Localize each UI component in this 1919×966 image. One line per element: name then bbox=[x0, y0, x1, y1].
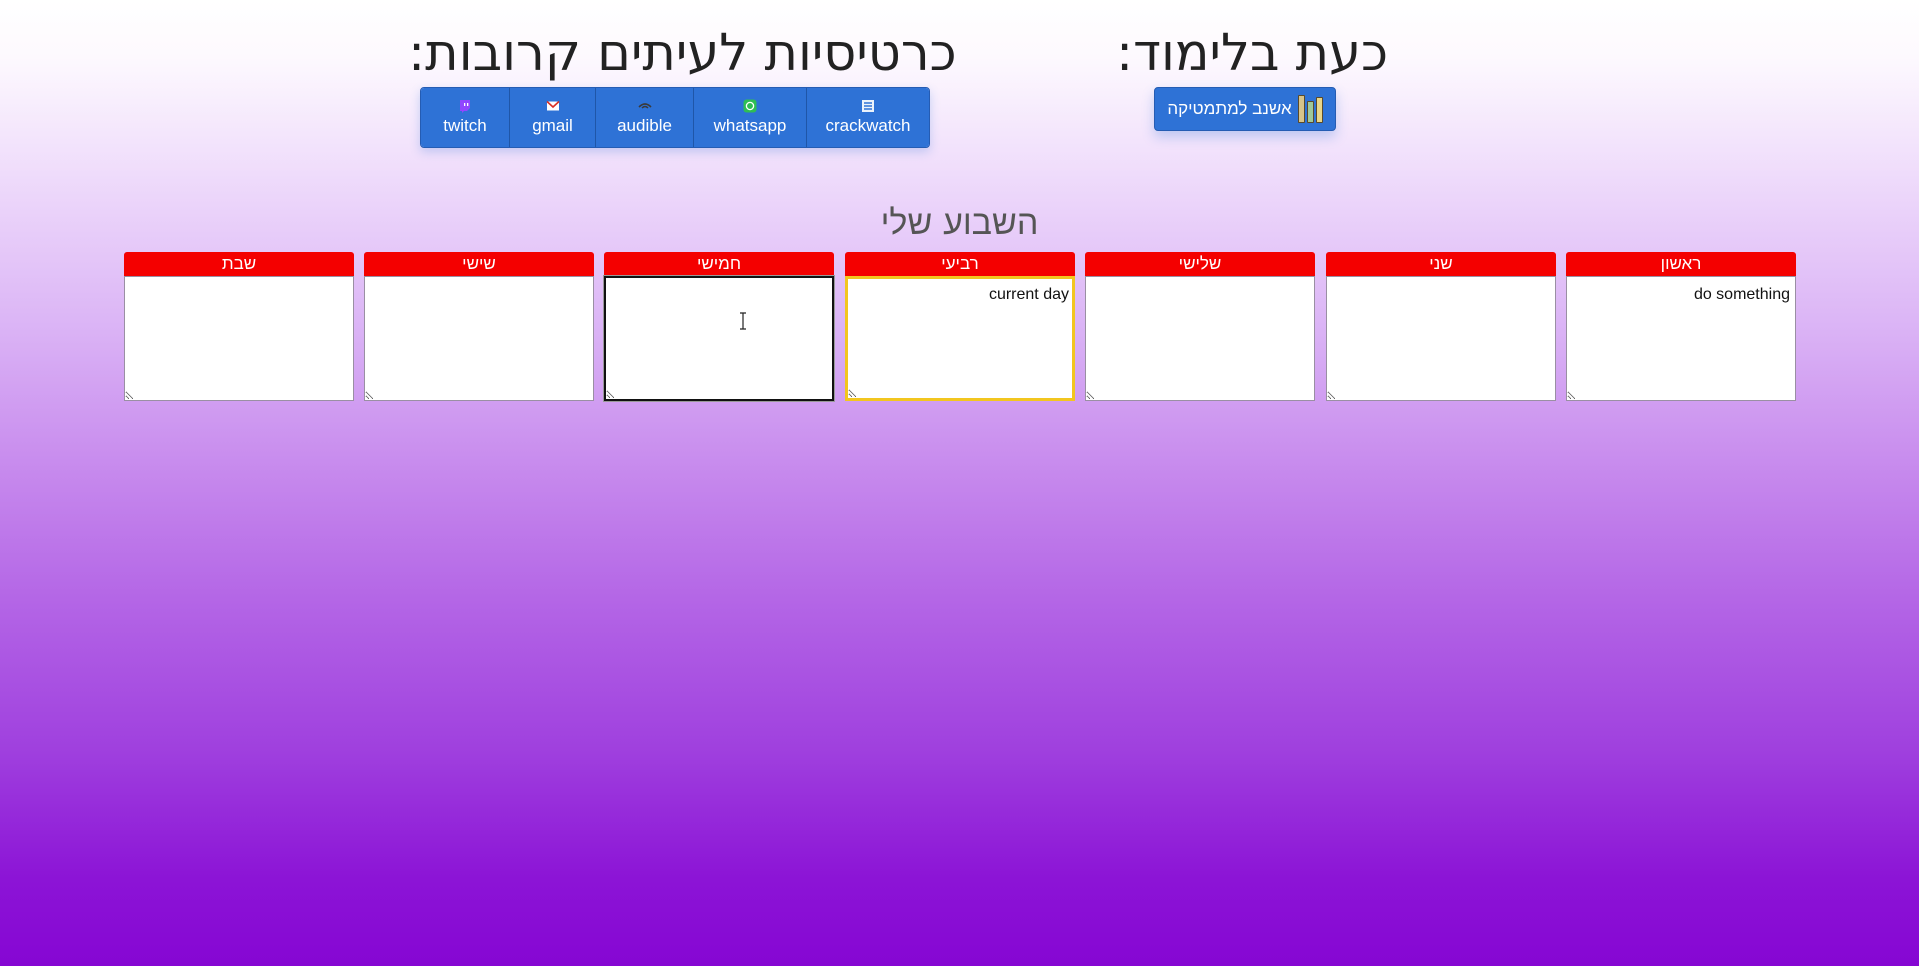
day-header: שני bbox=[1326, 252, 1556, 276]
crackwatch-icon bbox=[861, 99, 875, 113]
day-notes-textarea[interactable] bbox=[364, 276, 594, 401]
twitch-label: twitch bbox=[443, 116, 487, 135]
frequent-tabs-button-group: crackwatch whatsapp audible gmail twitch bbox=[420, 87, 930, 148]
whatsapp-icon bbox=[743, 99, 757, 113]
day-card-sunday: ראשון do something bbox=[1566, 252, 1796, 401]
math-study-button[interactable]: אשנב למתמטיקה bbox=[1154, 87, 1336, 131]
now-studying-heading: כעת בלימוד: bbox=[1116, 24, 1389, 83]
audible-label: audible bbox=[617, 116, 672, 135]
day-card-thursday: חמישי bbox=[604, 252, 834, 401]
day-card-friday: שישי bbox=[364, 252, 594, 401]
day-header: ראשון bbox=[1566, 252, 1796, 276]
day-card-monday: שני bbox=[1326, 252, 1556, 401]
twitch-button[interactable]: twitch bbox=[421, 88, 509, 147]
day-notes-textarea[interactable] bbox=[124, 276, 354, 401]
whatsapp-label: whatsapp bbox=[713, 116, 787, 135]
week-title: השבוע שלי bbox=[880, 203, 1039, 243]
day-card-tuesday: שלישי bbox=[1085, 252, 1315, 401]
gmail-button[interactable]: gmail bbox=[509, 88, 595, 147]
day-header: שבת bbox=[124, 252, 354, 276]
crackwatch-button[interactable]: crackwatch bbox=[806, 88, 929, 147]
gmail-icon bbox=[545, 99, 560, 113]
day-header: חמישי bbox=[604, 252, 834, 276]
audible-button[interactable]: audible bbox=[595, 88, 693, 147]
gmail-label: gmail bbox=[532, 116, 573, 135]
day-header: שלישי bbox=[1085, 252, 1315, 276]
day-header: רביעי bbox=[845, 252, 1075, 276]
day-notes-textarea-current[interactable]: current day bbox=[845, 276, 1075, 401]
day-notes-textarea[interactable] bbox=[1085, 276, 1315, 401]
frequent-tabs-heading: כרטיסיות לעיתים קרובות: bbox=[408, 24, 957, 83]
day-header: שישי bbox=[364, 252, 594, 276]
whatsapp-button[interactable]: whatsapp bbox=[693, 88, 806, 147]
math-study-label: אשנב למתמטיקה bbox=[1167, 99, 1292, 118]
crackwatch-label: crackwatch bbox=[825, 116, 911, 135]
day-card-wednesday: רביעי current day bbox=[845, 252, 1075, 401]
day-card-saturday: שבת bbox=[124, 252, 354, 401]
day-notes-textarea[interactable] bbox=[1326, 276, 1556, 401]
audible-icon bbox=[637, 99, 652, 113]
day-notes-textarea-focused[interactable] bbox=[604, 276, 834, 401]
books-icon bbox=[1297, 95, 1323, 123]
twitch-icon bbox=[458, 99, 472, 113]
day-notes-textarea[interactable]: do something bbox=[1566, 276, 1796, 401]
